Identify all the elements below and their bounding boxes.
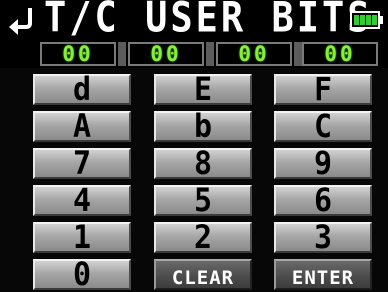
key-label: 8 <box>193 144 213 183</box>
bits-field-3[interactable]: 00 <box>216 42 292 66</box>
user-bits-display: 00 00 00 00 <box>0 40 388 68</box>
key-0[interactable]: 0 <box>33 255 131 292</box>
key-label: A <box>72 107 92 146</box>
key-4[interactable]: 4 <box>33 181 131 220</box>
key-label: 2 <box>193 218 213 257</box>
key-label: 1 <box>72 218 92 257</box>
page-title: T/C USER BITS <box>44 0 373 42</box>
key-6[interactable]: 6 <box>274 181 372 220</box>
field-divider <box>294 42 302 66</box>
bits-field-2[interactable]: 00 <box>128 42 204 66</box>
clear-button[interactable]: CLEAR <box>154 259 252 290</box>
hex-keypad: d E F A b C 7 8 9 4 5 6 1 2 3 0 CLEAR EN… <box>0 68 388 292</box>
key-label: 6 <box>313 181 333 220</box>
key-label: d <box>72 70 92 109</box>
key-label: F <box>313 70 333 109</box>
key-label: CLEAR <box>171 267 235 289</box>
key-f[interactable]: F <box>274 70 372 109</box>
header-bar: T/C USER BITS <box>0 0 388 42</box>
key-label: 0 <box>72 255 92 292</box>
key-b[interactable]: b <box>154 107 252 146</box>
bits-field-4[interactable]: 00 <box>302 42 378 66</box>
key-label: ENTER <box>291 267 355 289</box>
key-label: b <box>193 107 213 146</box>
field-divider <box>118 42 126 66</box>
battery-icon <box>350 11 384 29</box>
key-5[interactable]: 5 <box>154 181 252 220</box>
field-divider <box>206 42 214 66</box>
key-label: 5 <box>193 181 213 220</box>
key-3[interactable]: 3 <box>274 218 372 257</box>
key-label: E <box>193 70 213 109</box>
key-e[interactable]: E <box>154 70 252 109</box>
key-1[interactable]: 1 <box>33 218 131 257</box>
bits-field-1[interactable]: 00 <box>40 42 116 66</box>
key-2[interactable]: 2 <box>154 218 252 257</box>
key-9[interactable]: 9 <box>274 144 372 183</box>
key-label: 7 <box>72 144 92 183</box>
key-a[interactable]: A <box>33 107 131 146</box>
tc-user-bits-screen: T/C USER BITS 00 00 00 00 d E F A b C 7 … <box>0 0 388 292</box>
key-d[interactable]: d <box>33 70 131 109</box>
return-arrow-icon[interactable] <box>6 6 40 36</box>
key-8[interactable]: 8 <box>154 144 252 183</box>
key-label: 4 <box>72 181 92 220</box>
key-label: 9 <box>313 144 333 183</box>
key-7[interactable]: 7 <box>33 144 131 183</box>
enter-button[interactable]: ENTER <box>274 259 372 290</box>
key-c[interactable]: C <box>274 107 372 146</box>
key-label: C <box>313 107 333 146</box>
key-label: 3 <box>313 218 333 257</box>
